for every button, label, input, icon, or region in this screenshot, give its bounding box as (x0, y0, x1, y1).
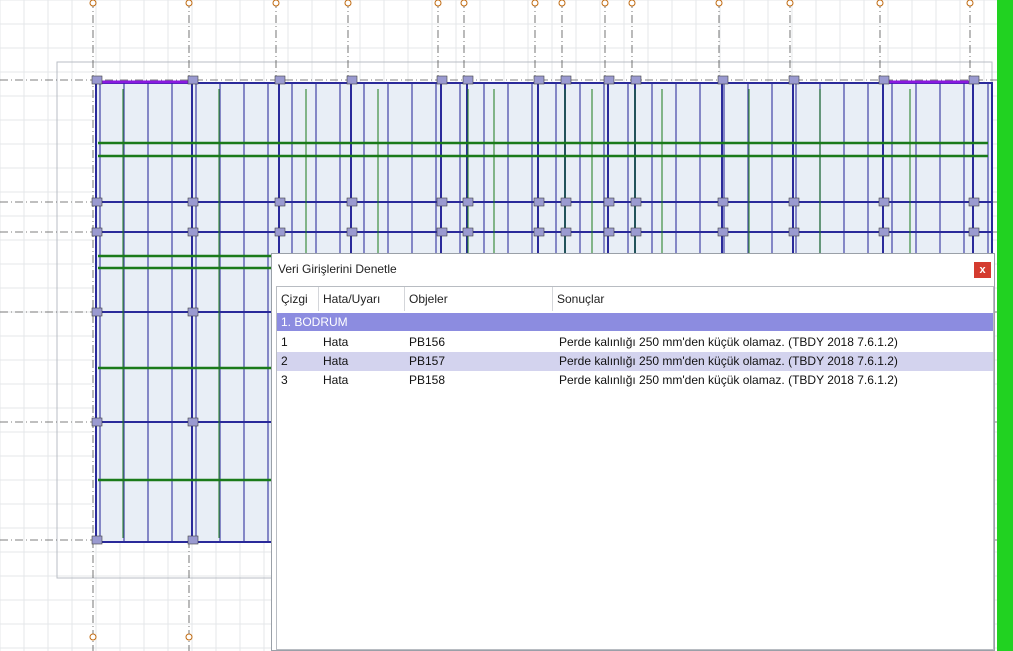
column (91, 75, 103, 85)
column (187, 75, 199, 85)
column (968, 75, 980, 85)
column (187, 307, 199, 317)
column (187, 227, 199, 237)
cell-object: PB156 (409, 335, 446, 349)
column (717, 197, 729, 207)
axis-bubble (715, 0, 723, 7)
column (91, 197, 103, 207)
cell-cizgi: 2 (281, 354, 288, 368)
axis-bubble (434, 0, 442, 7)
cell-cizgi: 3 (281, 373, 288, 387)
column (788, 227, 800, 237)
results-grid[interactable]: Çizgi Hata/Uyarı Objeler Sonuçlar 1. BOD… (276, 286, 994, 650)
column (533, 197, 545, 207)
column (462, 197, 474, 207)
group-row-bodrum[interactable]: 1. BODRUM (277, 313, 993, 331)
axis-bubble (460, 0, 468, 7)
column (346, 197, 358, 207)
column (717, 75, 729, 85)
axis-bubble (89, 633, 97, 641)
column (630, 75, 642, 85)
column (968, 227, 980, 237)
column (603, 197, 615, 207)
column (630, 197, 642, 207)
column (91, 227, 103, 237)
axis-bubble (786, 0, 794, 7)
column (462, 227, 474, 237)
column (878, 75, 890, 85)
axis-bubble (558, 0, 566, 7)
column (968, 197, 980, 207)
cell-object: PB157 (409, 354, 446, 368)
close-button[interactable]: x (974, 262, 991, 278)
column (187, 535, 199, 545)
column (788, 197, 800, 207)
dialog-title: Veri Girişlerini Denetle (278, 262, 397, 276)
column-header-error-warning[interactable]: Hata/Uyarı (319, 287, 405, 311)
column (603, 227, 615, 237)
axis-bubble (185, 633, 193, 641)
column-header-results[interactable]: Sonuçlar (553, 287, 993, 311)
axis-bubble (628, 0, 636, 7)
close-icon: x (979, 264, 986, 276)
column (788, 75, 800, 85)
axis-bubble (876, 0, 884, 7)
axis-bubble (966, 0, 974, 7)
cell-result: Perde kalınlığı 250 mm'den küçük olamaz.… (559, 354, 898, 368)
column (274, 197, 286, 207)
column (462, 75, 474, 85)
column (346, 75, 358, 85)
column (436, 197, 448, 207)
column (91, 307, 103, 317)
cell-cizgi: 1 (281, 335, 288, 349)
cell-result: Perde kalınlığı 250 mm'den küçük olamaz.… (559, 373, 898, 387)
cell-type: Hata (323, 373, 349, 387)
column-header-objects[interactable]: Objeler (405, 287, 553, 311)
axis-bubble (272, 0, 280, 7)
column (274, 227, 286, 237)
cell-type: Hata (323, 335, 349, 349)
column (717, 227, 729, 237)
column (187, 197, 199, 207)
column (878, 197, 890, 207)
column (560, 197, 572, 207)
axis-bubble (531, 0, 539, 7)
column (436, 75, 448, 85)
axis-bubble (601, 0, 609, 7)
cell-object: PB158 (409, 373, 446, 387)
column (878, 227, 890, 237)
check-data-entries-dialog: Veri Girişlerini Denetle x Çizgi Hata/Uy… (271, 253, 995, 651)
column (603, 75, 615, 85)
column (274, 75, 286, 85)
column (560, 75, 572, 85)
column (187, 417, 199, 427)
axis-bubble (344, 0, 352, 7)
dialog-titlebar[interactable]: Veri Girişlerini Denetle x (272, 254, 994, 284)
column (560, 227, 572, 237)
cell-type: Hata (323, 354, 349, 368)
column (346, 227, 358, 237)
table-row[interactable]: 1 Hata PB156 Perde kalınlığı 250 mm'den … (277, 333, 993, 352)
column (630, 227, 642, 237)
table-row[interactable]: 2 Hata PB157 Perde kalınlığı 250 mm'den … (277, 352, 993, 371)
table-row[interactable]: 3 Hata PB158 Perde kalınlığı 250 mm'den … (277, 371, 993, 390)
column-header-cizgi[interactable]: Çizgi (277, 287, 319, 311)
column (533, 227, 545, 237)
axis-bubble (185, 0, 193, 7)
column (436, 227, 448, 237)
column (91, 535, 103, 545)
column (91, 417, 103, 427)
cell-result: Perde kalınlığı 250 mm'den küçük olamaz.… (559, 335, 898, 349)
column (533, 75, 545, 85)
side-panel-strip (997, 0, 1013, 651)
grid-header: Çizgi Hata/Uyarı Objeler Sonuçlar (277, 287, 993, 311)
axis-bubble (89, 0, 97, 7)
